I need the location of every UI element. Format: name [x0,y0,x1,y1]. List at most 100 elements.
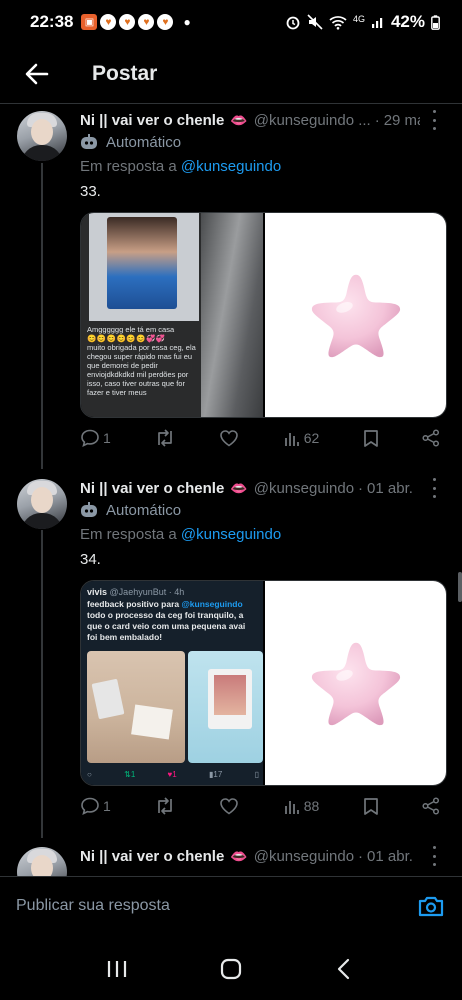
signal-icon [371,18,383,28]
author-handle[interactable]: @kunseguindo [254,848,354,865]
share-icon [422,429,439,447]
tweet[interactable]: Ni || vai ver o chenle 👄 @kunseguindo · … [0,476,462,826]
avatar[interactable] [17,111,67,161]
home-icon[interactable] [219,958,243,980]
back-nav-icon[interactable] [333,958,357,980]
author-handle[interactable]: @kunseguindo [254,480,354,497]
status-right: 4G 42% [285,12,440,32]
tweet-actions: 1 62 [80,424,440,452]
tweet-header: Ni || vai ver o chenle 👄 @kunseguindo · … [80,844,420,868]
bookmark-button[interactable] [363,429,379,448]
author-handle[interactable]: @kunseguindo ... [254,112,371,129]
tweet-media[interactable]: vivis @JaehyunBut · 4h feedback positivo… [80,580,447,786]
more-icon[interactable] [426,846,442,866]
views-button[interactable]: 62 [283,429,319,447]
status-bar: 22:38 ▣ ♥ ♥ ♥ ♥ ● 4G 42% [0,0,462,44]
reply-composer[interactable]: Publicar sua resposta [0,876,462,934]
media-image-quoted-screenshot[interactable]: vivis @JaehyunBut · 4h feedback positivo… [81,581,263,785]
wifi-icon [329,15,347,30]
reply-input[interactable]: Publicar sua resposta [16,897,170,915]
tweet-header: Ni || vai ver o chenle 👄 @kunseguindo · … [80,476,420,500]
quoted-images [87,651,263,763]
separator: · [374,111,380,129]
tweet-media[interactable]: Amgggggg ele tá em casa 😊😊😊😊😊😊💞💞 muito o… [80,212,447,418]
heart-notification-icon: ♥ [119,14,136,30]
battery-icon [431,14,440,30]
share-button[interactable] [422,797,440,815]
tweet-date[interactable]: 01 abr. [367,848,413,865]
system-nav-bar [0,938,462,1000]
author-emoji: 👄 [230,479,248,496]
bot-icon [81,134,97,149]
quoted-reply-icon: ○ [87,770,92,779]
status-time: 22:38 [30,12,74,31]
notification-icons: ▣ ♥ ♥ ♥ ♥ [81,14,174,30]
retweet-button[interactable] [154,428,176,448]
separator: · [358,847,364,865]
scrollbar-thumb[interactable] [458,572,462,602]
reply-prefix: Em resposta a [80,526,177,543]
more-icon[interactable] [426,110,442,130]
bookmark-icon [363,797,378,815]
author-name[interactable]: Ni || vai ver o chenle [80,848,224,865]
tweet-date[interactable]: 01 abr. [367,480,413,497]
quoted-retweet-count: ⇅1 [124,770,136,779]
reply-button[interactable]: 1 [80,796,111,816]
chat-screenshot-text: Amgggggg ele tá em casa 😊😊😊😊😊😊💞💞 muito o… [87,325,196,397]
mute-icon [307,14,323,30]
quoted-bookmark-icon: ▯ [254,770,259,779]
retweet-icon [158,429,172,447]
camera-button[interactable] [416,891,446,921]
reply-context: Em resposta a @kunseguindo [80,158,281,175]
share-icon [422,797,439,815]
quoted-like-count: ♥1 [167,770,177,779]
quoted-actions: ○ ⇅1 ♥1 ▮17 ▯ [87,770,259,779]
avatar[interactable] [17,847,67,876]
author-emoji: 👄 [230,847,248,864]
tweet-text: 33. [80,183,101,200]
retweet-icon [158,797,172,815]
recents-icon[interactable] [105,958,129,980]
reply-mention[interactable]: @kunseguindo [181,526,281,543]
back-button[interactable] [22,59,52,89]
quoted-text: feedback positivo para @kunseguindo todo… [87,599,246,642]
automated-text: Automático [106,501,182,519]
page-title: Postar [92,61,158,85]
separator: · [358,479,364,497]
tweet-header: Ni || vai ver o chenle 👄 @kunseguindo ..… [80,108,420,132]
share-button[interactable] [422,429,440,447]
like-button[interactable] [219,797,239,815]
more-icon[interactable] [426,478,442,498]
author-name[interactable]: Ni || vai ver o chenle [80,480,224,497]
heart-notification-icon: ♥ [138,14,155,30]
views-count: 88 [303,798,320,814]
app-notification-icon: ▣ [81,14,98,30]
like-icon [220,430,239,447]
automated-text: Automático [106,133,182,151]
retweet-button[interactable] [154,796,176,816]
more-notifications-dot: ● [183,15,191,29]
tweet-date[interactable]: 29 mar. [384,112,420,129]
views-button[interactable]: 88 [283,797,320,815]
author-name[interactable]: Ni || vai ver o chenle [80,112,224,129]
tweet[interactable]: Ni || vai ver o chenle 👄 @kunseguindo ..… [0,108,462,458]
pink-star-icon [311,642,400,726]
alarm-icon [286,16,300,30]
reply-prefix: Em resposta a [80,158,177,175]
bookmark-button[interactable] [363,797,379,816]
media-image-feedback-screenshot[interactable]: Amgggggg ele tá em casa 😊😊😊😊😊😊💞💞 muito o… [81,213,263,417]
bot-icon [81,502,97,517]
tweet[interactable]: Ni || vai ver o chenle 👄 @kunseguindo · … [0,844,462,876]
media-image-star[interactable] [265,213,446,417]
media-image-star[interactable] [265,581,446,785]
back-arrow-icon [25,63,49,84]
like-button[interactable] [219,429,239,447]
quoted-header: vivis @JaehyunBut · 4h [87,587,185,597]
battery-percent: 42% [390,12,425,31]
avatar[interactable] [17,479,67,529]
reply-icon [81,797,99,815]
reply-button[interactable]: 1 [80,428,111,448]
views-icon [284,801,299,814]
reply-mention[interactable]: @kunseguindo [181,158,281,175]
reply-count: 1 [103,798,111,814]
